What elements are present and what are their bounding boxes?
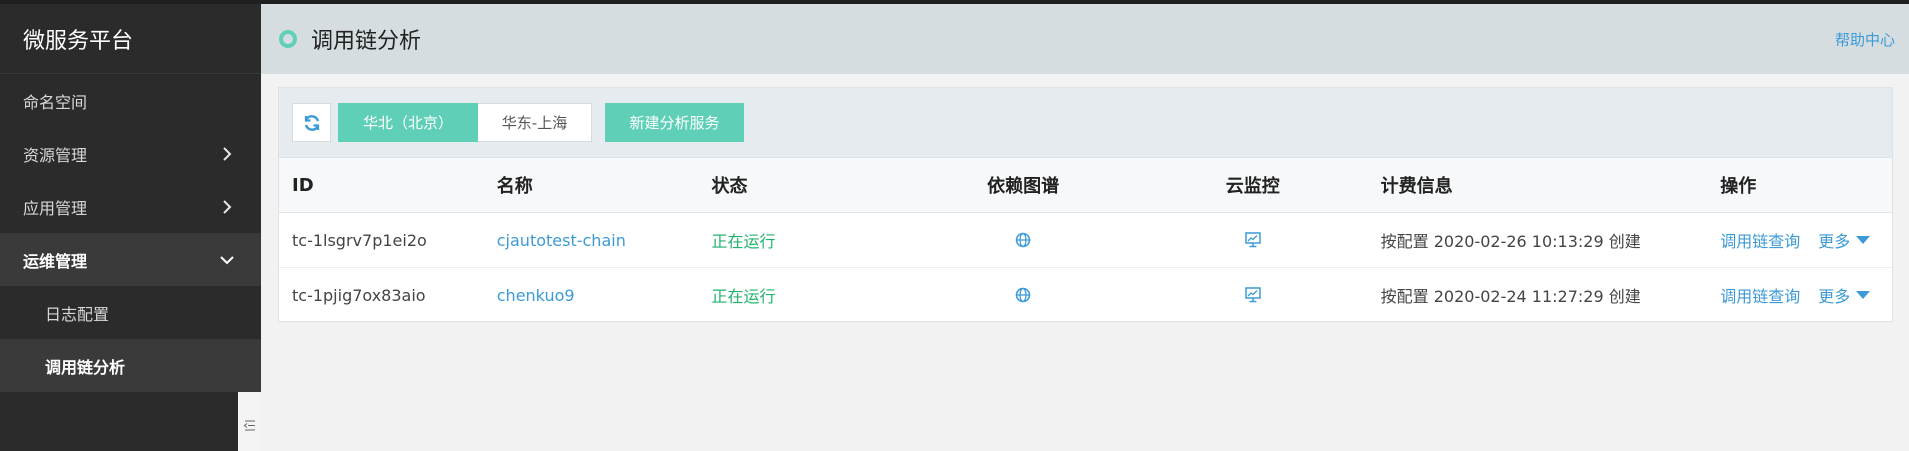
sidebar-item-application[interactable]: 应用管理 bbox=[0, 180, 261, 233]
more-dropdown[interactable]: 更多 bbox=[1818, 283, 1871, 307]
new-analysis-service-button[interactable]: 新建分析服务 bbox=[605, 103, 744, 142]
status-running: 正在运行 bbox=[711, 232, 776, 251]
globe-network-icon[interactable] bbox=[1014, 231, 1032, 249]
column-header-billing: 计费信息 bbox=[1380, 176, 1453, 197]
refresh-button[interactable] bbox=[292, 103, 331, 142]
sidebar-item-label: 运维管理 bbox=[23, 251, 88, 271]
more-label: 更多 bbox=[1818, 287, 1851, 306]
table-row: tc-1lsgrv7p1ei2o cjautotest-chain 正在运行 按… bbox=[279, 213, 1892, 268]
sidebar-subitem-label: 调用链分析 bbox=[45, 357, 126, 377]
page-title: 调用链分析 bbox=[311, 29, 422, 54]
help-center-link[interactable]: 帮助中心 bbox=[1835, 29, 1895, 50]
chevron-right-icon bbox=[216, 143, 238, 165]
page-header: 调用链分析 帮助中心 bbox=[261, 4, 1909, 74]
sidebar-item-label: 命名空间 bbox=[23, 92, 88, 112]
caret-down-icon bbox=[1856, 236, 1871, 244]
cell-id: tc-1lsgrv7p1ei2o bbox=[292, 230, 427, 250]
more-dropdown[interactable]: 更多 bbox=[1818, 228, 1871, 252]
sidebar-item-label: 资源管理 bbox=[23, 145, 88, 165]
status-ring-icon bbox=[279, 30, 297, 48]
sidebar-item-namespace[interactable]: 命名空间 bbox=[0, 74, 261, 127]
monitor-chart-icon[interactable] bbox=[1244, 231, 1262, 249]
collapse-sidebar-icon bbox=[243, 420, 255, 431]
caret-down-icon bbox=[1856, 291, 1871, 299]
region-tab-beijing[interactable]: 华北（北京） bbox=[338, 103, 478, 142]
trace-query-link[interactable]: 调用链查询 bbox=[1720, 283, 1800, 307]
region-tab-shanghai[interactable]: 华东-上海 bbox=[478, 103, 592, 142]
table-header: ID 名称 状态 依赖图谱 云监控 计费信息 操作 bbox=[279, 158, 1892, 213]
more-label: 更多 bbox=[1818, 232, 1851, 251]
column-header-monitor: 云监控 bbox=[1225, 176, 1280, 197]
globe-network-icon[interactable] bbox=[1014, 286, 1032, 304]
column-header-dependency: 依赖图谱 bbox=[987, 176, 1060, 197]
refresh-icon bbox=[304, 114, 319, 131]
table-row: tc-1pjig7ox83aio chenkuo9 正在运行 按配置 2020-… bbox=[279, 268, 1892, 323]
column-header-name: 名称 bbox=[496, 176, 533, 197]
sidebar-item-resource[interactable]: 资源管理 bbox=[0, 127, 261, 180]
cell-billing: 按配置 2020-02-24 11:27:29 创建 bbox=[1380, 287, 1641, 306]
sidebar-item-ops[interactable]: 运维管理 bbox=[0, 233, 261, 286]
column-header-actions: 操作 bbox=[1720, 176, 1757, 197]
sidebar-subitem-log-config[interactable]: 日志配置 bbox=[0, 286, 261, 339]
content-panel: 华北（北京） 华东-上海 新建分析服务 ID 名称 状态 依赖图谱 云监控 计费… bbox=[278, 87, 1893, 323]
chevron-right-icon bbox=[216, 196, 238, 218]
region-switcher: 华北（北京） 华东-上海 bbox=[338, 103, 592, 142]
service-name-link[interactable]: cjautotest-chain bbox=[497, 231, 626, 250]
monitor-chart-icon[interactable] bbox=[1244, 286, 1262, 304]
column-header-id: ID bbox=[292, 174, 314, 196]
sidebar-subitem-label: 日志配置 bbox=[45, 304, 110, 324]
trace-query-link[interactable]: 调用链查询 bbox=[1720, 228, 1800, 252]
sidebar-item-label: 应用管理 bbox=[23, 198, 88, 218]
cell-billing: 按配置 2020-02-26 10:13:29 创建 bbox=[1380, 232, 1641, 251]
sidebar-subitem-trace-analysis[interactable]: 调用链分析 bbox=[0, 339, 261, 392]
brand-title: 微服务平台 bbox=[0, 4, 261, 74]
service-name-link[interactable]: chenkuo9 bbox=[497, 286, 575, 305]
toolbar: 华北（北京） 华东-上海 新建分析服务 bbox=[279, 88, 1892, 158]
sidebar: 微服务平台 命名空间 资源管理 应用管理 运维管理 日志配置 调用链分析 bbox=[0, 4, 261, 451]
status-running: 正在运行 bbox=[711, 287, 776, 306]
cell-id: tc-1pjig7ox83aio bbox=[292, 285, 426, 305]
column-header-status: 状态 bbox=[711, 176, 748, 197]
collapse-sidebar-button[interactable] bbox=[238, 392, 261, 451]
chevron-down-icon bbox=[216, 249, 238, 271]
